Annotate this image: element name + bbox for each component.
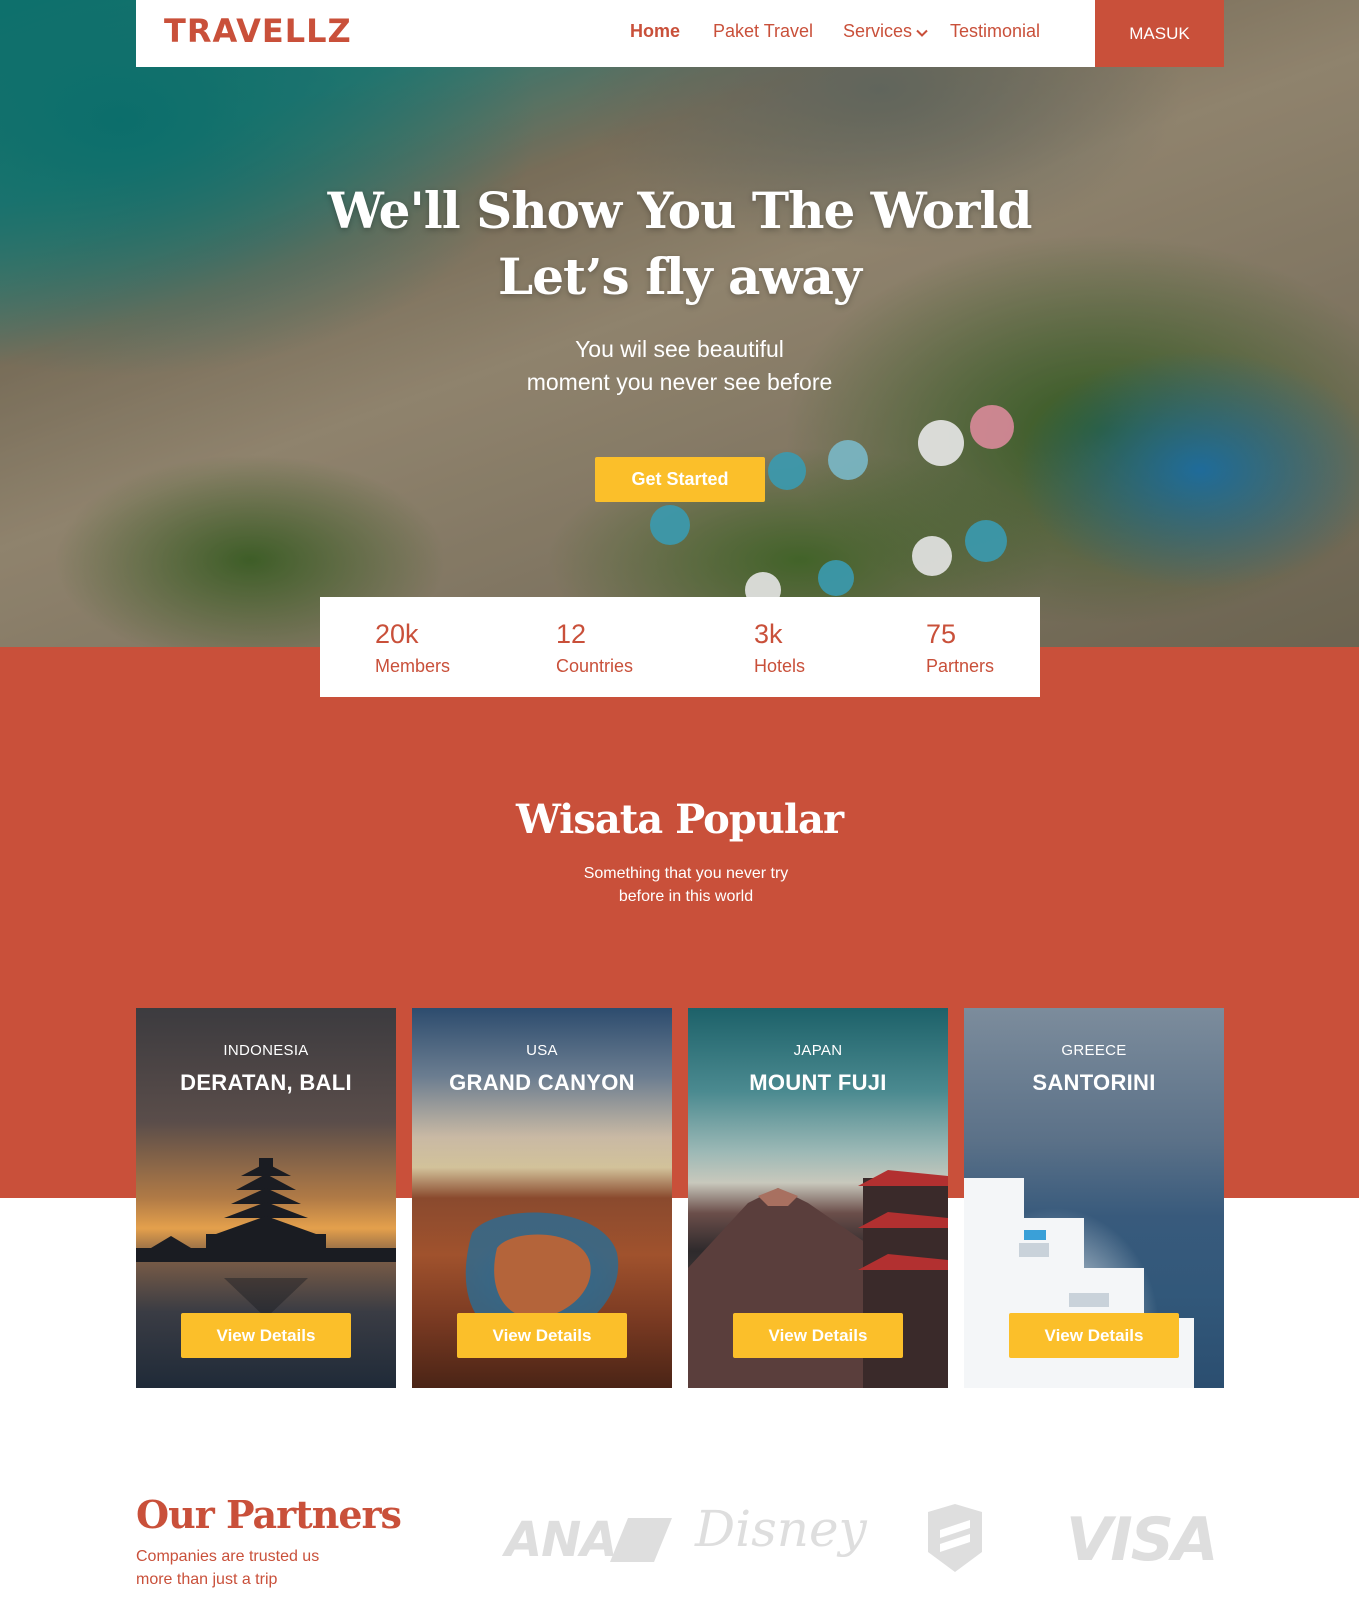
ana-logo-icon: ANA — [505, 1512, 617, 1568]
stat-label: Members — [375, 656, 451, 676]
popular-subtitle-line2: before in this world — [618, 888, 754, 905]
stat-value: 20k — [375, 619, 419, 649]
nav-paket-travel-link[interactable]: Paket Travel — [713, 21, 813, 42]
popular-subtitle: Something that you never try before in t… — [0, 862, 1359, 908]
partners-subtitle-line2: more than just a trip — [136, 1571, 278, 1588]
partners-subtitle-line1: Companies are trusted us — [136, 1548, 320, 1565]
stat-label: Countries — [556, 656, 634, 676]
umbrella-decor — [650, 505, 690, 545]
hero-title: We'll Show You The World Let’s fly away — [0, 178, 1359, 310]
popular-subtitle-line1: Something that you never try — [583, 865, 789, 882]
stat-countries: 12 Countries — [556, 617, 633, 679]
card-country: JAPAN — [793, 1042, 843, 1059]
umbrella-decor — [828, 440, 868, 480]
card-country: INDONESIA — [223, 1042, 309, 1059]
card-name: SANTORINI — [1032, 1070, 1156, 1095]
card-country: GREECE — [1061, 1042, 1127, 1059]
view-details-button[interactable]: View Details — [457, 1313, 627, 1358]
partners-title: Our Partners — [136, 1492, 402, 1537]
destination-card-grand-canyon[interactable]: USA GRAND CANYON View Details — [412, 1008, 672, 1388]
stat-partners: 75 Partners — [926, 617, 994, 679]
ana-stripe-icon — [610, 1518, 672, 1562]
umbrella-decor — [818, 560, 854, 596]
destination-card-santorini[interactable]: GREECE SANTORINI View Details — [964, 1008, 1224, 1388]
hero-title-line2: Let’s fly away — [498, 247, 862, 306]
chevron-down-icon — [916, 22, 928, 43]
card-name: GRAND CANYON — [449, 1070, 635, 1095]
destination-card-bali[interactable]: INDONESIA DERATAN, BALI View Details — [136, 1008, 396, 1388]
visa-logo-text: VISA — [1066, 1505, 1218, 1575]
stat-label: Partners — [926, 656, 995, 676]
hero-title-line1: We'll Show You The World — [327, 181, 1033, 240]
brand-logo[interactable]: TRAVELLZ — [164, 12, 352, 50]
umbrella-decor — [918, 420, 964, 466]
view-details-button[interactable]: View Details — [733, 1313, 903, 1358]
get-started-button[interactable]: Get Started — [595, 457, 765, 502]
nav-testimonial-link[interactable]: Testimonial — [950, 21, 1040, 42]
view-details-button[interactable]: View Details — [1009, 1313, 1179, 1358]
hero-section: We'll Show You The World Let’s fly away … — [0, 0, 1359, 648]
hero-subtitle-line2: moment you never see before — [526, 369, 833, 395]
hero-subtitle: You wil see beautiful moment you never s… — [0, 333, 1359, 399]
canyon-shape — [465, 1212, 619, 1343]
stat-value: 12 — [556, 619, 587, 649]
nav-services-link[interactable]: Services — [843, 21, 928, 43]
login-button[interactable]: MASUK — [1095, 0, 1224, 67]
stat-hotels: 3k Hotels — [754, 617, 805, 679]
navbar: TRAVELLZ Home Paket Travel Services Test… — [136, 0, 1224, 67]
view-details-button[interactable]: View Details — [181, 1313, 351, 1358]
umbrella-decor — [970, 405, 1014, 449]
card-country: USA — [526, 1042, 558, 1059]
card-name: MOUNT FUJI — [749, 1070, 887, 1095]
destination-card-mount-fuji[interactable]: JAPAN MOUNT FUJI View Details — [688, 1008, 948, 1388]
nav-home-link[interactable]: Home — [630, 21, 680, 42]
disney-logo-text: Disney — [695, 1500, 867, 1558]
umbrella-decor — [912, 536, 952, 576]
disney-logo-icon: Disney — [695, 1500, 867, 1558]
umbrella-decor — [768, 452, 806, 490]
nav-services-label: Services — [843, 21, 913, 41]
card-name: DERATAN, BALI — [180, 1070, 352, 1095]
shield-logo-icon — [928, 1504, 982, 1572]
hero-subtitle-line1: You wil see beautiful — [575, 336, 784, 362]
umbrella-decor — [965, 520, 1007, 562]
stat-value: 3k — [754, 619, 783, 649]
stat-members: 20k Members — [375, 617, 450, 679]
temple-silhouette — [136, 1158, 396, 1318]
stat-value: 75 — [926, 619, 957, 649]
stats-box: 20k Members 12 Countries 3k Hotels 75 Pa… — [320, 597, 1040, 697]
stat-label: Hotels — [754, 656, 806, 676]
ana-logo-text: ANA — [505, 1512, 617, 1568]
popular-title: Wisata Popular — [515, 796, 844, 843]
visa-logo-icon: VISA — [1066, 1505, 1218, 1575]
partners-subtitle: Companies are trusted us more than just … — [136, 1545, 356, 1591]
